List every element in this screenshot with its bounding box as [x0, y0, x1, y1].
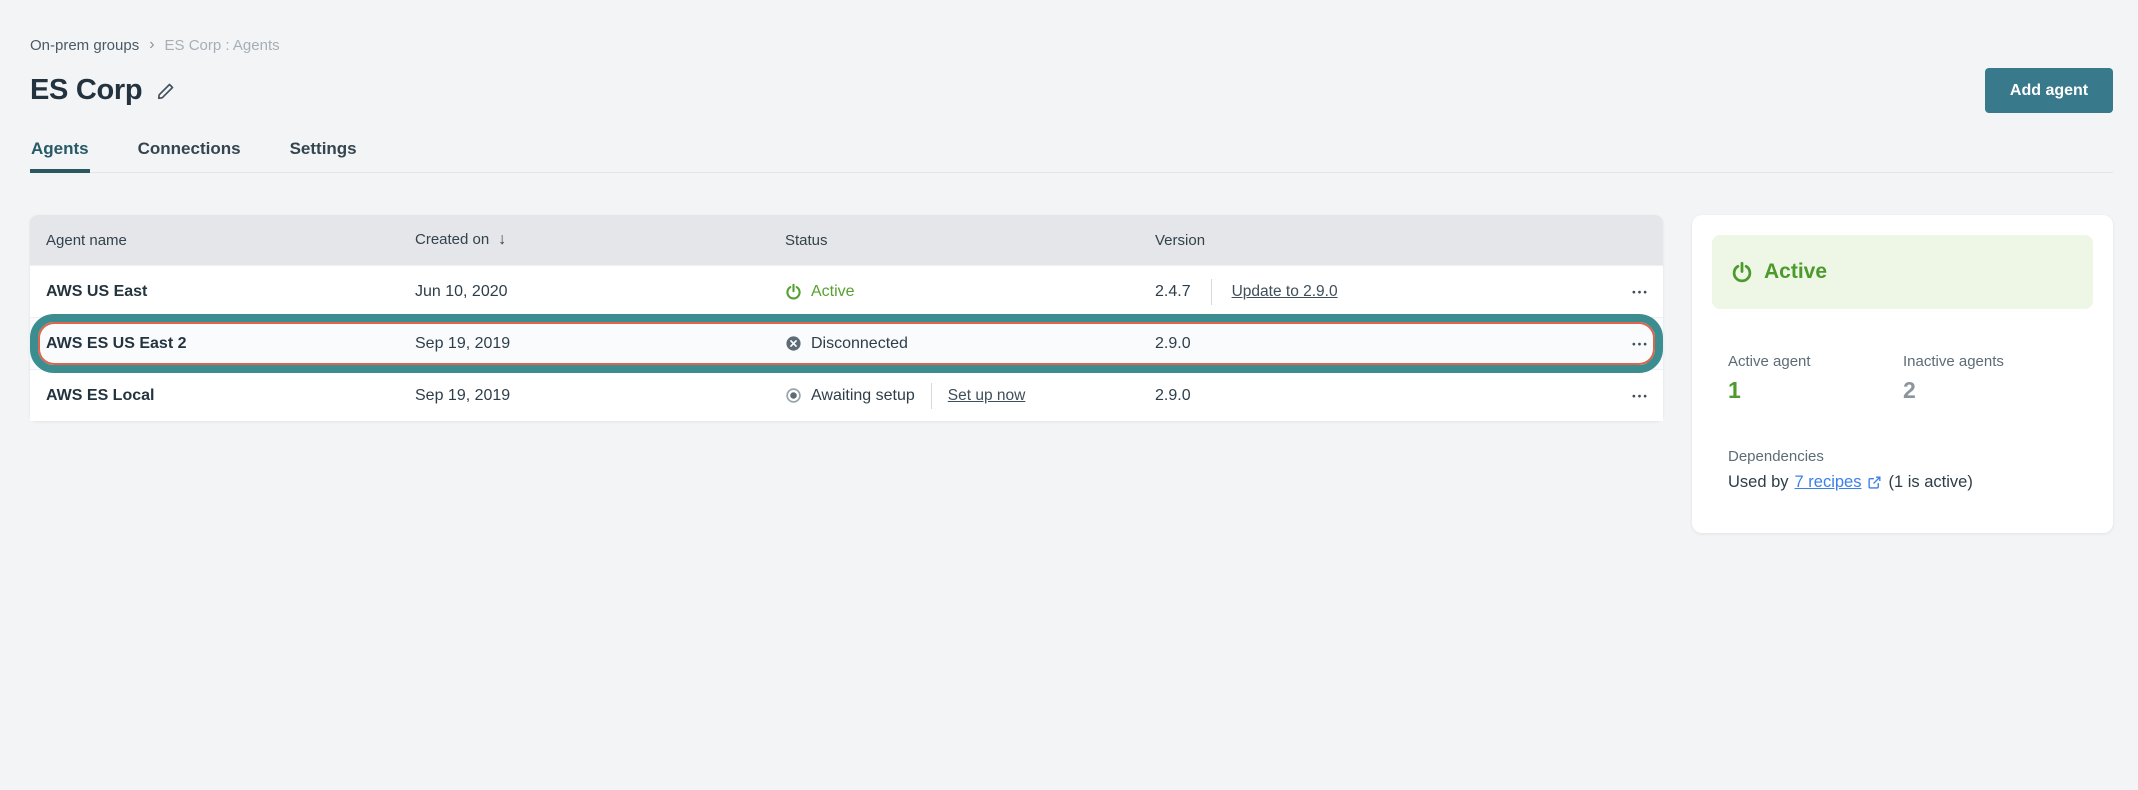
- status-awaiting-setup-icon: [785, 387, 802, 404]
- table-row-aws-es-local[interactable]: AWS ES Local Sep 19, 2019 Awaiting setup…: [30, 369, 1663, 421]
- active-power-icon: [1731, 261, 1753, 283]
- agent-stats: Active agent 1 Inactive agents 2: [1712, 353, 2093, 404]
- recipes-link[interactable]: 7 recipes: [1795, 473, 1862, 492]
- dependencies-section: Dependencies Used by 7 recipes (1 is act…: [1712, 448, 2093, 492]
- table-row-aws-us-east[interactable]: AWS US East Jun 10, 2020 Active 2.4.7 Up…: [30, 265, 1663, 317]
- created-on-value: Jun 10, 2020: [415, 283, 785, 301]
- version-value: 2.4.7: [1155, 283, 1191, 301]
- table-header-row: Agent name Created on ↓ Status Version: [30, 215, 1663, 265]
- inactive-agents-label: Inactive agents: [1903, 353, 2078, 370]
- tab-bar: Agents Connections Settings: [30, 139, 2113, 173]
- version-divider: [1211, 279, 1212, 305]
- on-prem-group-page: On-prem groups › ES Corp : Agents ES Cor…: [0, 0, 2138, 533]
- update-version-link[interactable]: Update to 2.9.0: [1232, 283, 1338, 301]
- column-header-created-on[interactable]: Created on ↓: [415, 231, 785, 249]
- inactive-agents-count: 2: [1903, 377, 2078, 404]
- group-status-label: Active: [1764, 260, 1827, 284]
- created-on-value: Sep 19, 2019: [415, 387, 785, 405]
- tab-connections[interactable]: Connections: [137, 139, 242, 172]
- created-on-label: Created on: [415, 231, 489, 248]
- agent-name: AWS ES US East 2: [30, 335, 415, 353]
- agent-name: AWS ES Local: [30, 387, 415, 405]
- tab-agents[interactable]: Agents: [30, 139, 90, 173]
- agent-name: AWS US East: [30, 283, 415, 301]
- breadcrumb-current: ES Corp : Agents: [165, 37, 280, 54]
- add-agent-button[interactable]: Add agent: [1985, 68, 2113, 113]
- status-active-power-icon: [785, 283, 802, 300]
- page-title: ES Corp: [30, 74, 142, 107]
- agents-table: Agent name Created on ↓ Status Version AW…: [30, 215, 1663, 421]
- active-agent-label: Active agent: [1728, 353, 1903, 370]
- used-by-text: Used by: [1728, 473, 1789, 492]
- row-menu-ellipsis-icon[interactable]: ●●●: [1632, 340, 1649, 347]
- set-up-now-link[interactable]: Set up now: [948, 387, 1026, 405]
- sort-descending-icon[interactable]: ↓: [498, 231, 506, 248]
- active-agent-stat: Active agent 1: [1728, 353, 1903, 404]
- breadcrumb-on-prem-groups[interactable]: On-prem groups: [30, 37, 139, 54]
- status-divider: [931, 383, 932, 409]
- title-row: ES Corp Add agent: [30, 68, 2113, 113]
- column-header-status[interactable]: Status: [785, 232, 1155, 249]
- status-text: Disconnected: [811, 335, 908, 353]
- breadcrumb-separator-icon: ›: [149, 36, 154, 54]
- created-on-value: Sep 19, 2019: [415, 335, 785, 353]
- row-menu-ellipsis-icon[interactable]: ●●●: [1632, 392, 1649, 399]
- edit-title-pencil-icon[interactable]: [156, 81, 176, 101]
- column-header-agent-name[interactable]: Agent name: [30, 232, 415, 249]
- dependencies-label: Dependencies: [1728, 448, 2093, 465]
- status-text: Awaiting setup: [811, 387, 915, 405]
- column-header-version[interactable]: Version: [1155, 232, 1613, 249]
- recipes-active-suffix: (1 is active): [1888, 473, 1972, 492]
- inactive-agents-stat: Inactive agents 2: [1903, 353, 2078, 404]
- active-agent-count: 1: [1728, 377, 1903, 404]
- group-status-banner: Active: [1712, 235, 2093, 309]
- row-menu-ellipsis-icon[interactable]: ●●●: [1632, 288, 1649, 295]
- version-value: 2.9.0: [1155, 387, 1191, 405]
- tab-settings[interactable]: Settings: [289, 139, 358, 172]
- status-disconnected-icon: [785, 335, 802, 352]
- external-link-icon[interactable]: [1867, 475, 1882, 490]
- status-text: Active: [811, 283, 855, 301]
- content-area: Agent name Created on ↓ Status Version AW…: [30, 215, 2113, 533]
- version-value: 2.9.0: [1155, 335, 1191, 353]
- table-row-aws-es-us-east-2[interactable]: AWS ES US East 2 Sep 19, 2019 Disconnect…: [30, 317, 1663, 369]
- breadcrumb: On-prem groups › ES Corp : Agents: [30, 36, 2113, 54]
- group-summary-card: Active Active agent 1 Inactive agents 2 …: [1692, 215, 2113, 533]
